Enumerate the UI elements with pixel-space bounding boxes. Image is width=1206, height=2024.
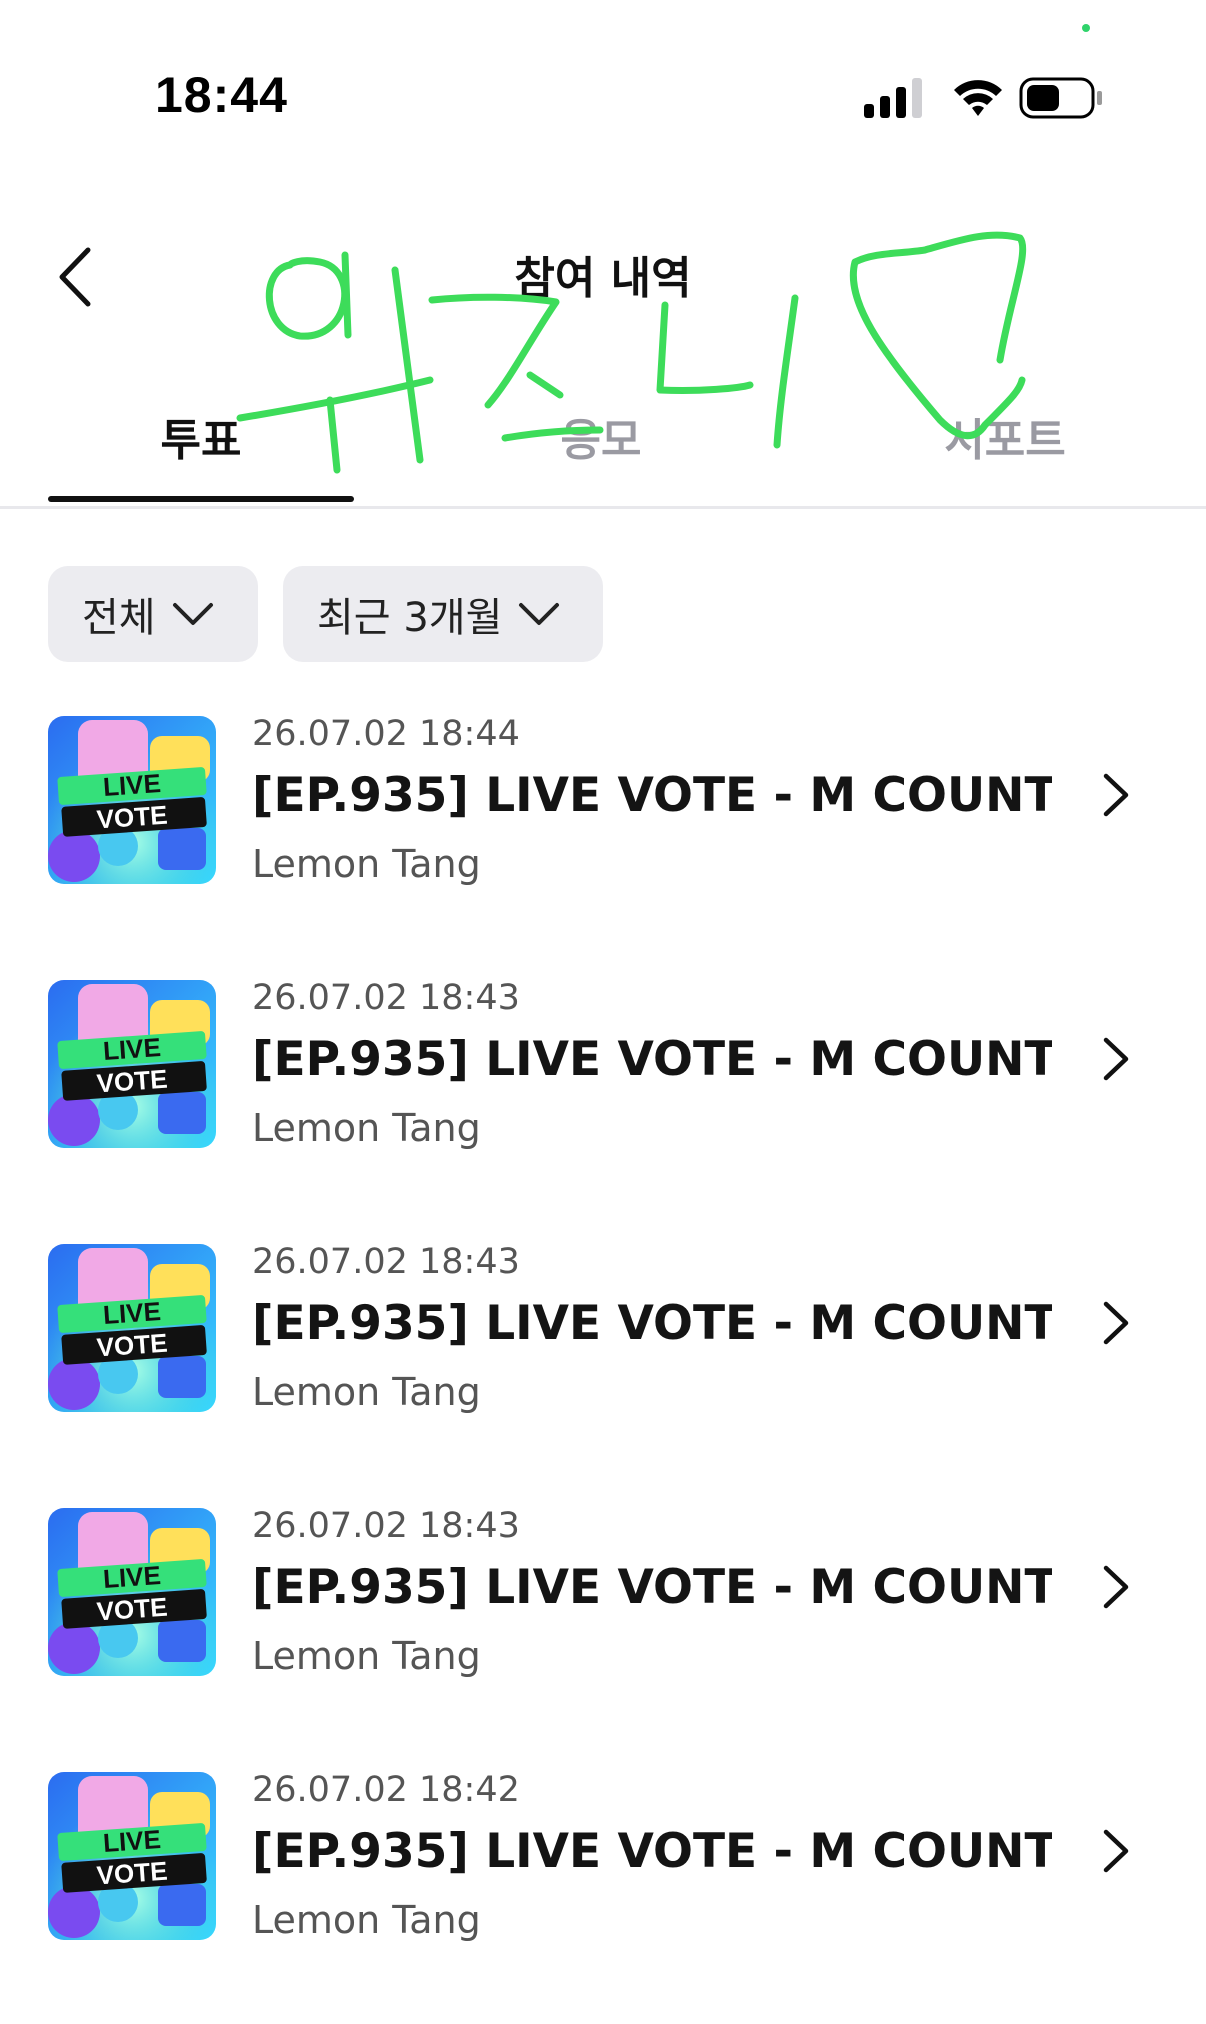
thumb-live-text: LIVE — [102, 1560, 162, 1594]
item-title: [EP.935] LIVE VOTE - M COUNTD... — [252, 768, 1052, 823]
list-item[interactable]: LIVE VOTE 26.07.02 18:43 [EP.935] LIVE V… — [0, 1242, 1206, 1414]
chevron-down-icon — [519, 603, 560, 625]
chevron-down-icon — [172, 603, 213, 625]
status-bar: 18:44 — [0, 0, 1206, 150]
battery-icon — [1019, 77, 1102, 119]
tab-active-indicator — [48, 496, 354, 502]
filter-type-label: 전체 — [82, 595, 156, 641]
item-title: [EP.935] LIVE VOTE - M COUNTD... — [252, 1296, 1052, 1351]
list-item[interactable]: LIVE VOTE 26.07.02 18:44 [EP.935] LIVE V… — [0, 714, 1206, 886]
chevron-right-icon — [1103, 1301, 1129, 1345]
vote-thumbnail: LIVE VOTE — [48, 1772, 216, 1940]
chevron-right-icon — [1103, 1037, 1129, 1081]
thumb-live-text: LIVE — [102, 768, 162, 802]
tab-vote[interactable]: 투표 — [48, 404, 354, 474]
filter-type-dropdown[interactable]: 전체 — [48, 566, 258, 662]
item-date: 26.07.02 18:43 — [252, 1242, 520, 1282]
tab-entry[interactable]: 응모 — [448, 404, 754, 474]
chevron-right-icon — [1103, 1565, 1129, 1609]
cellular-signal-icon — [864, 78, 922, 118]
item-title: [EP.935] LIVE VOTE - M COUNTD... — [252, 1560, 1052, 1615]
header: 참여 내역 — [0, 220, 1206, 330]
thumb-live-text: LIVE — [102, 1032, 162, 1066]
item-date: 26.07.02 18:44 — [252, 714, 520, 754]
tab-bar: 투표 응모 서포트 — [0, 390, 1206, 509]
thumb-vote-text: VOTE — [96, 1064, 169, 1099]
thumb-live-text: LIVE — [102, 1296, 162, 1330]
list-item[interactable]: LIVE VOTE 26.07.02 18:43 [EP.935] LIVE V… — [0, 978, 1206, 1150]
status-icons — [864, 77, 1102, 119]
vote-thumbnail: LIVE VOTE — [48, 1244, 216, 1412]
item-title: [EP.935] LIVE VOTE - M COUNTD... — [252, 1824, 1052, 1879]
list-item[interactable]: LIVE VOTE 26.07.02 18:43 [EP.935] LIVE V… — [0, 1506, 1206, 1678]
item-artist: Lemon Tang — [252, 842, 481, 886]
chevron-right-icon — [1103, 773, 1129, 817]
item-date: 26.07.02 18:43 — [252, 978, 520, 1018]
item-artist: Lemon Tang — [252, 1370, 481, 1414]
thumb-vote-text: VOTE — [96, 1592, 169, 1627]
item-date: 26.07.02 18:42 — [252, 1770, 520, 1810]
camera-indicator-dot — [1082, 24, 1090, 32]
page-title: 참여 내역 — [514, 253, 692, 304]
item-date: 26.07.02 18:43 — [252, 1506, 520, 1546]
wifi-icon — [954, 80, 1002, 116]
vote-thumbnail: LIVE VOTE — [48, 1508, 216, 1676]
item-artist: Lemon Tang — [252, 1106, 481, 1150]
vote-thumbnail: LIVE VOTE — [48, 716, 216, 884]
chevron-right-icon — [1103, 1829, 1129, 1873]
thumb-vote-text: VOTE — [96, 1328, 169, 1363]
item-artist: Lemon Tang — [252, 1898, 481, 1942]
filter-period-dropdown[interactable]: 최근 3개월 — [283, 566, 603, 662]
thumb-vote-text: VOTE — [96, 800, 169, 835]
filter-period-label: 최근 3개월 — [317, 595, 503, 641]
list-item[interactable]: LIVE VOTE 26.07.02 18:42 [EP.935] LIVE V… — [0, 1770, 1206, 1942]
item-title: [EP.935] LIVE VOTE - M COUNTD... — [252, 1032, 1052, 1087]
vote-thumbnail: LIVE VOTE — [48, 980, 216, 1148]
thumb-vote-text: VOTE — [96, 1856, 169, 1891]
tab-support[interactable]: 서포트 — [852, 404, 1158, 474]
item-artist: Lemon Tang — [252, 1634, 481, 1678]
thumb-live-text: LIVE — [102, 1824, 162, 1858]
status-time: 18:44 — [155, 67, 288, 123]
